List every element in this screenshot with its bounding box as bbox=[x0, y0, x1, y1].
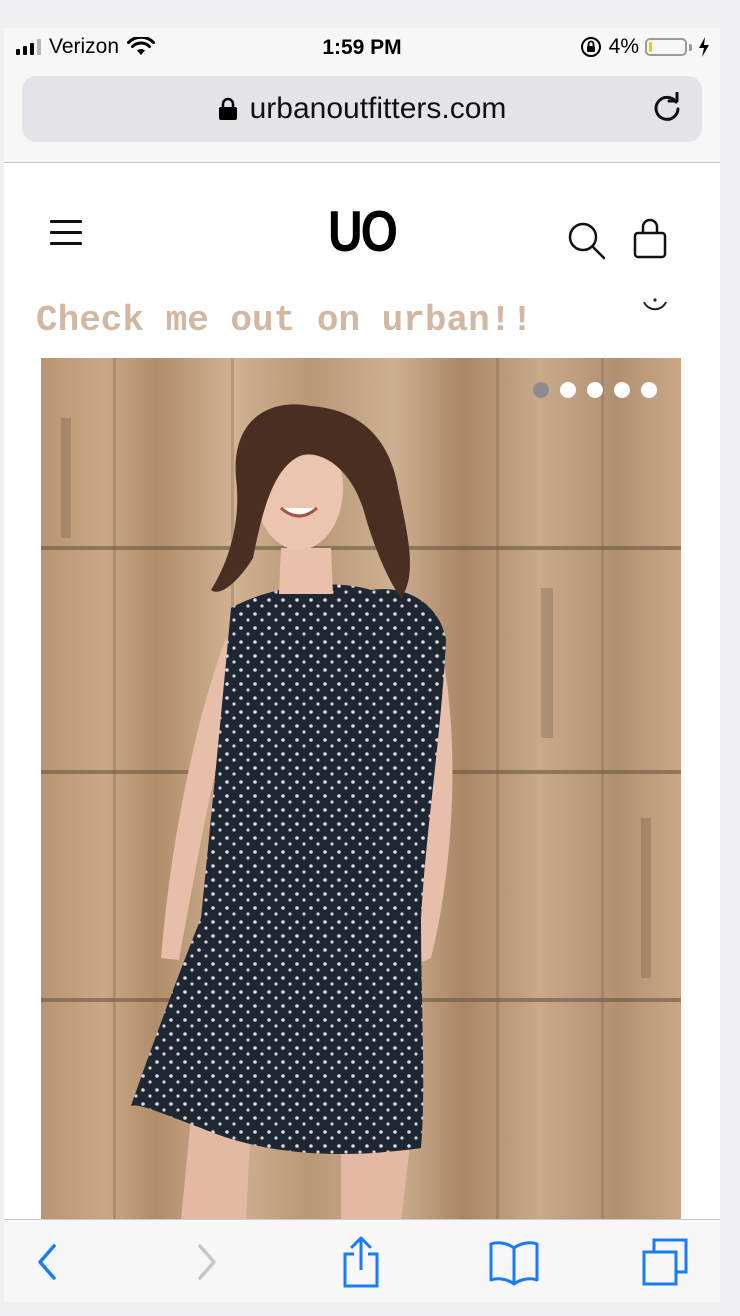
forward-chevron-icon[interactable] bbox=[192, 1234, 222, 1290]
battery-percent: 4% bbox=[608, 35, 639, 58]
share-icon[interactable] bbox=[340, 1234, 382, 1290]
rotation-lock-icon bbox=[580, 37, 601, 57]
url-text: urbanoutfitters.com bbox=[249, 92, 507, 125]
product-photo bbox=[41, 358, 681, 1220]
address-bar[interactable]: urbanoutfitters.com bbox=[22, 76, 702, 142]
battery-nub bbox=[689, 43, 692, 51]
site-header: UO bbox=[4, 163, 720, 293]
story-caption: Check me out on urban!! bbox=[36, 300, 533, 341]
carousel-dots bbox=[533, 382, 657, 398]
reload-icon[interactable] bbox=[650, 92, 684, 126]
battery-icon bbox=[645, 38, 687, 56]
search-icon[interactable] bbox=[566, 220, 608, 262]
carousel-dot[interactable] bbox=[560, 382, 576, 398]
info-circle-icon bbox=[643, 298, 667, 311]
status-bar: Verizon 1:59 PM 4% bbox=[4, 28, 720, 68]
tabs-icon[interactable] bbox=[640, 1234, 692, 1290]
carousel-dot[interactable] bbox=[641, 382, 657, 398]
status-right: 4% bbox=[579, 35, 710, 59]
charging-bolt-icon bbox=[699, 37, 709, 57]
phone-screen: Verizon 1:59 PM 4% urbanoutfitters.com U… bbox=[4, 28, 720, 1302]
carousel-dot[interactable] bbox=[587, 382, 603, 398]
browser-toolbar bbox=[4, 1219, 720, 1302]
lock-icon bbox=[218, 97, 237, 120]
shopping-bag-icon[interactable] bbox=[630, 217, 670, 261]
carousel-dot[interactable] bbox=[614, 382, 630, 398]
bookmarks-icon[interactable] bbox=[488, 1234, 540, 1290]
back-chevron-icon[interactable] bbox=[32, 1234, 62, 1290]
address-bar-container: urbanoutfitters.com bbox=[4, 68, 720, 163]
product-image[interactable] bbox=[41, 358, 681, 1220]
site-logo[interactable]: UO bbox=[4, 200, 720, 266]
carousel-dot[interactable] bbox=[533, 382, 549, 398]
